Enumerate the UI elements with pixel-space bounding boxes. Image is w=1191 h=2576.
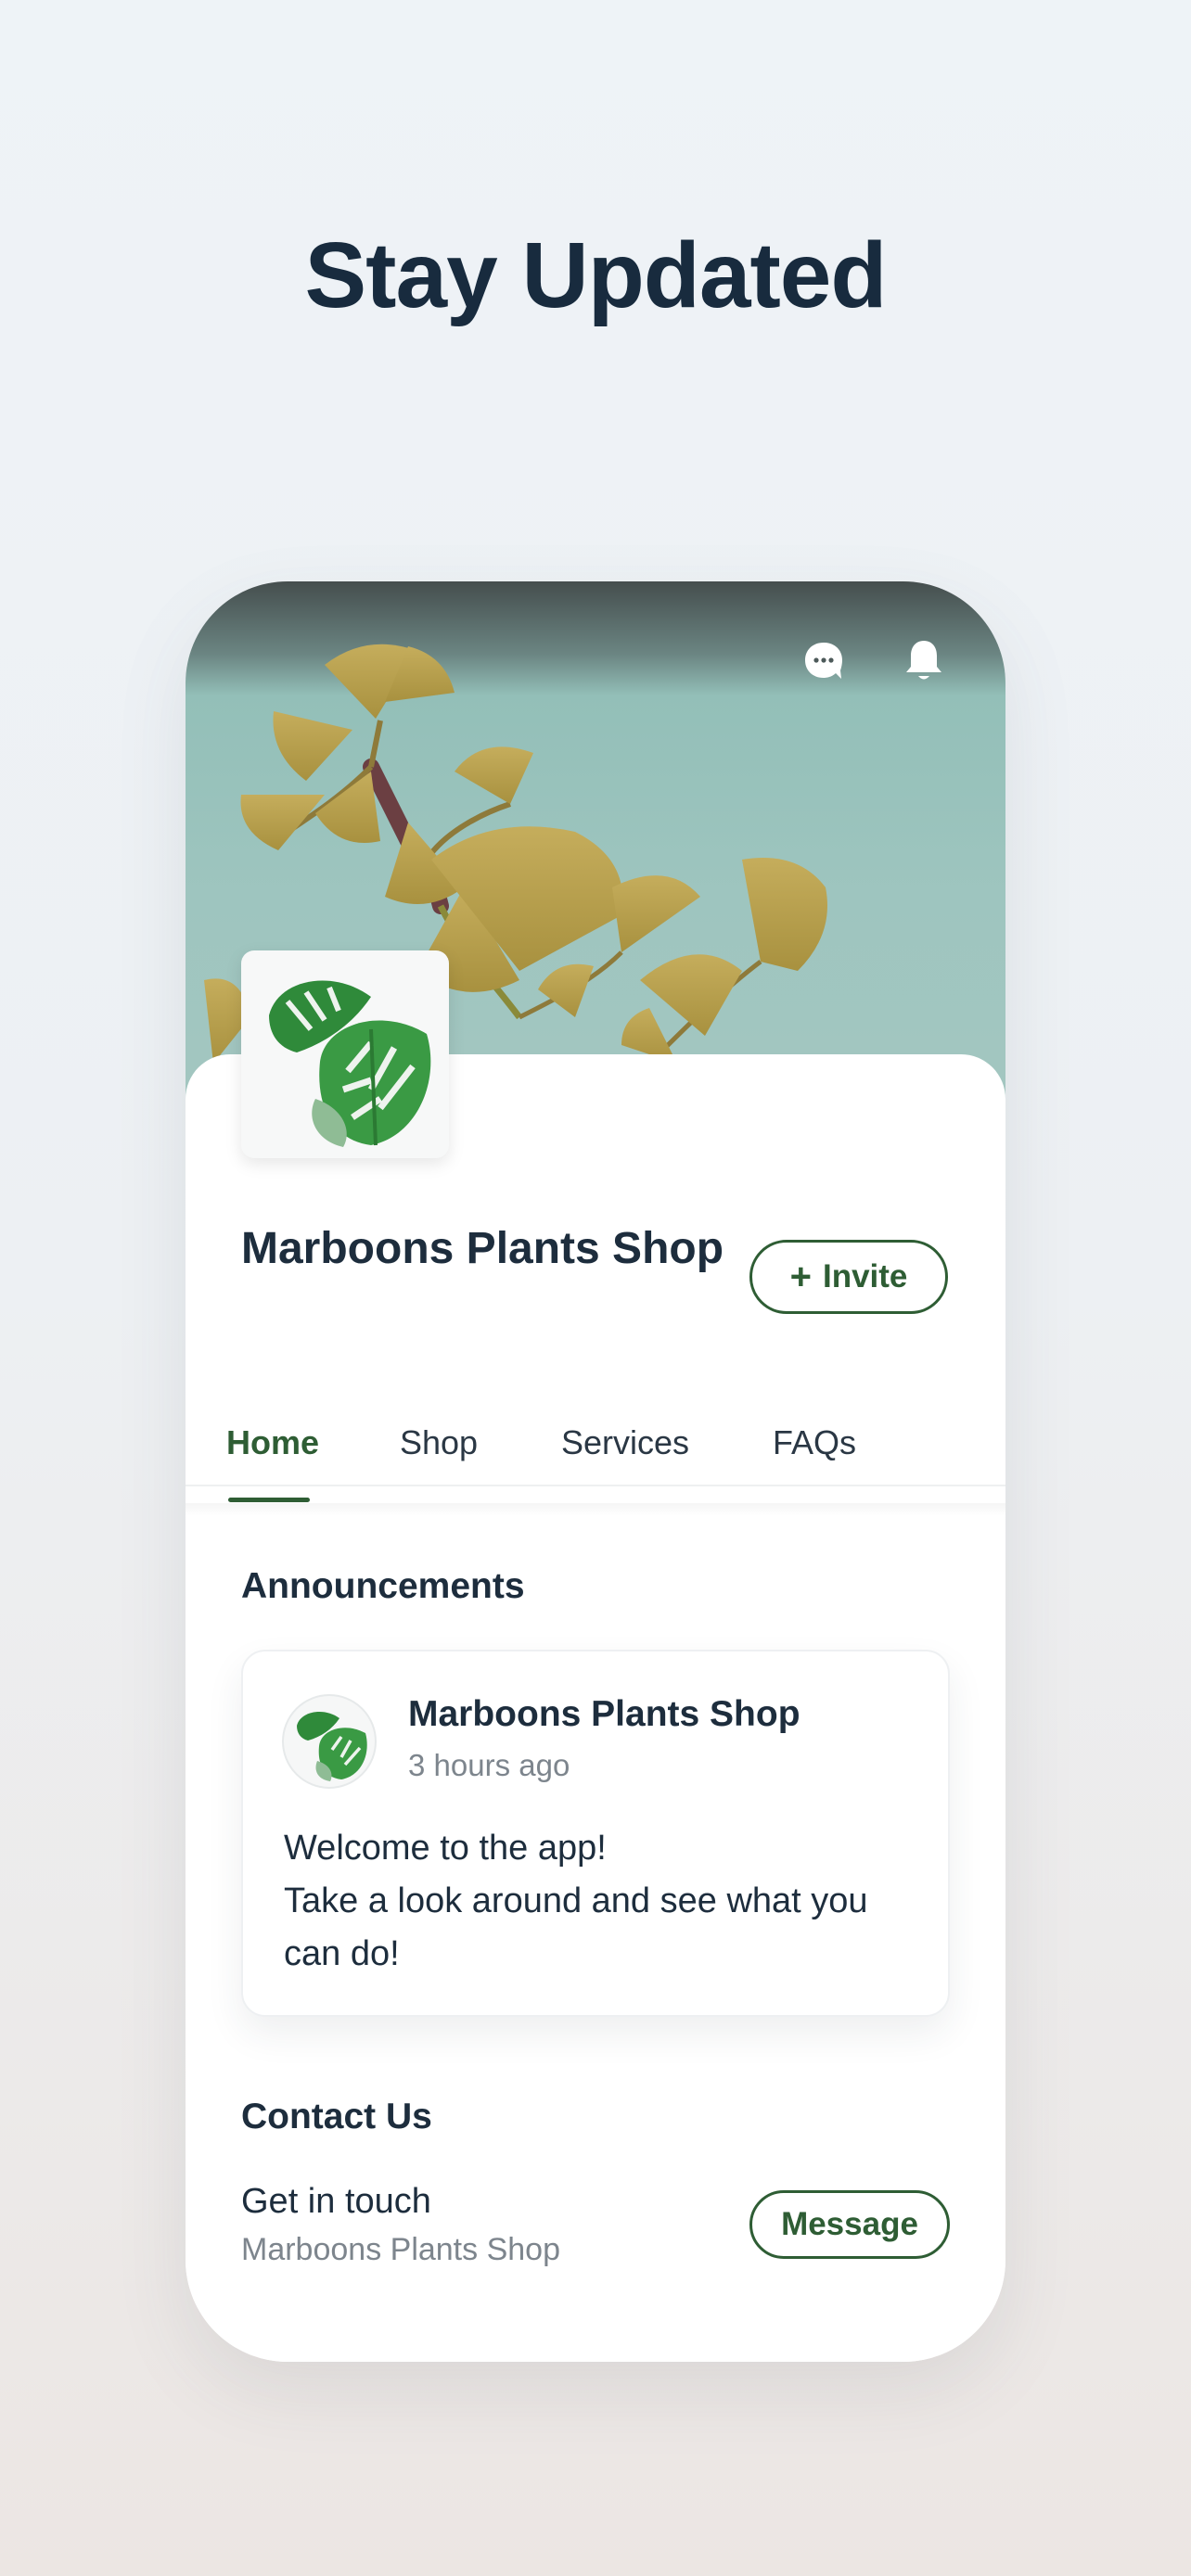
- post-author: Marboons Plants Shop: [408, 1694, 800, 1734]
- headline: Stay Updated: [304, 223, 887, 327]
- tab-bar-divider: [186, 1503, 1005, 1516]
- avatar: [282, 1694, 377, 1789]
- contact-label: Get in touch: [241, 2182, 431, 2221]
- plus-icon: +: [789, 1256, 812, 1297]
- contact-shop-name: Marboons Plants Shop: [241, 2232, 560, 2267]
- tab-services[interactable]: Services: [561, 1423, 689, 1462]
- app-screen: Marboons Plants Shop + Invite Home Shop …: [186, 581, 1005, 2362]
- active-tab-indicator: [228, 1498, 310, 1502]
- post-timestamp: 3 hours ago: [408, 1748, 570, 1782]
- post-body: Welcome to the app! Take a look around a…: [284, 1822, 924, 1981]
- announcements-title: Announcements: [241, 1566, 525, 1606]
- chat-bubble-icon[interactable]: [798, 635, 850, 687]
- post-line: can do!: [284, 1934, 400, 1973]
- invite-button[interactable]: + Invite: [749, 1240, 948, 1314]
- shop-logo: [241, 950, 449, 1158]
- monstera-leaf-icon: [297, 1712, 367, 1781]
- monstera-leaf-icon: [269, 980, 431, 1147]
- post-line: Take a look around and see what you: [284, 1881, 868, 1920]
- message-button[interactable]: Message: [749, 2190, 950, 2259]
- tab-shop[interactable]: Shop: [400, 1423, 478, 1462]
- contact-title: Contact Us: [241, 2097, 432, 2136]
- tab-faqs[interactable]: FAQs: [773, 1423, 856, 1462]
- bell-icon[interactable]: [898, 635, 950, 687]
- shop-name: Marboons Plants Shop: [241, 1224, 724, 1273]
- tab-home[interactable]: Home: [226, 1423, 319, 1462]
- post-line: Welcome to the app!: [284, 1829, 607, 1868]
- announcement-card[interactable]: Marboons Plants Shop 3 hours ago Welcome…: [241, 1650, 950, 2017]
- invite-label: Invite: [822, 1258, 908, 1294]
- tab-bar: Home Shop Services FAQs: [186, 1416, 1005, 1486]
